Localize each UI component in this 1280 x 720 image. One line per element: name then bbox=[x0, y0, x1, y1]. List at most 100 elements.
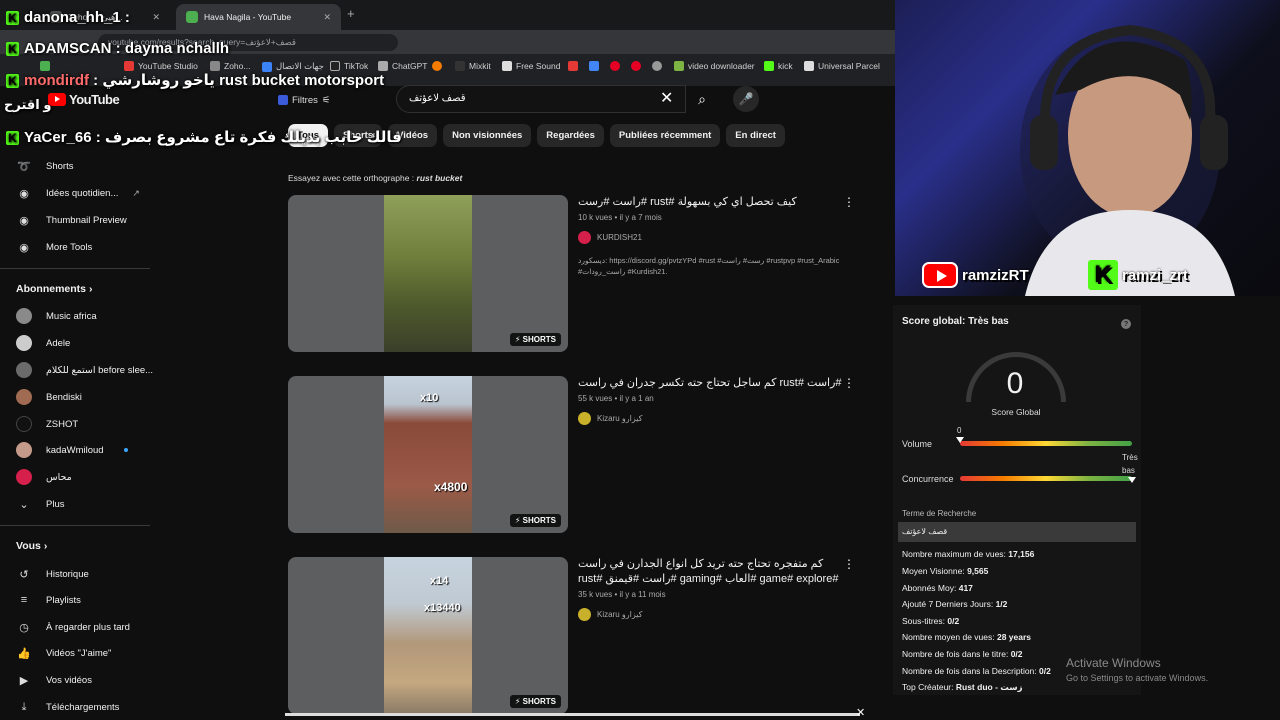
sidebar-plus[interactable]: ⌄ Plus bbox=[16, 496, 64, 512]
close-icon[interactable]: ✕ bbox=[856, 706, 865, 719]
tab-youtube[interactable]: Hava Nagila - YouTube ✕ bbox=[176, 4, 341, 30]
video-thumbnail[interactable]: ⚡ SHORTS bbox=[288, 195, 568, 352]
tools-icon: ◉ bbox=[19, 241, 29, 254]
sidebar-item-label: Playlists bbox=[46, 594, 81, 606]
bookmark-freesound[interactable]: Free Sound bbox=[502, 61, 560, 71]
stat-row: Top Créateur: Rust duo - زست bbox=[902, 682, 1023, 693]
sidebar-item-liked[interactable]: 👍 Vidéos "J'aime" bbox=[16, 645, 111, 661]
search-button[interactable]: ⌕ bbox=[686, 85, 718, 113]
video-thumbnail[interactable]: x10 x4800 ⚡ SHORTS bbox=[288, 376, 568, 533]
thumbnail-overlay-text: x14 bbox=[430, 575, 449, 587]
logo-text: YouTube bbox=[69, 92, 120, 107]
video-title[interactable]: كم ساجل تحتاج حته تكسر جدران في راست rus… bbox=[578, 376, 843, 391]
sidebar-sub-kadawmiloud[interactable]: kadaWmiloud bbox=[16, 442, 128, 458]
stat-value: 0/2 bbox=[947, 616, 960, 626]
bookmark-mixkit[interactable]: Mixkit bbox=[455, 61, 491, 71]
bookmark-label: YouTube Studio bbox=[138, 61, 198, 71]
sidebar-sub-mahas[interactable]: محاس bbox=[16, 469, 72, 485]
sidebar-sub-bendiski[interactable]: Bendiski bbox=[16, 389, 82, 405]
channel-row[interactable]: KURDISH21 bbox=[578, 231, 843, 244]
bookmark-pinterest2[interactable] bbox=[631, 61, 641, 71]
video-result[interactable]: x14 x13440 ⚡ SHORTS كم متفجره تحتاج حته … bbox=[288, 557, 863, 714]
bookmark-tiktok[interactable]: TikTok bbox=[330, 61, 368, 71]
sidebar-item-label: Téléchargements bbox=[46, 701, 120, 713]
stat-value: Rust duo - زست bbox=[955, 682, 1023, 692]
voice-search-button[interactable]: 🎤 bbox=[733, 86, 759, 112]
stat-value: 0/2 bbox=[1039, 666, 1051, 676]
sidebar-item-history[interactable]: ↺ Historique bbox=[16, 566, 88, 582]
gmail-icon bbox=[568, 61, 578, 71]
sidebar-sub-before-sleep[interactable]: استمع للكلام before slee... bbox=[16, 362, 153, 378]
sidebar-item-thumbnail[interactable]: ◉ Thumbnail Preview bbox=[16, 212, 127, 228]
more-options-icon[interactable]: ⋮ bbox=[843, 376, 855, 390]
bookmark-kick[interactable]: kick bbox=[764, 61, 793, 71]
bookmark-globe[interactable] bbox=[652, 61, 662, 71]
handle-text: ramzizRT bbox=[962, 266, 1029, 284]
search-term-value: قصف لاعؤتف bbox=[898, 522, 1136, 542]
sidebar-item-label: استمع للكلام before slee... bbox=[46, 364, 154, 376]
bookmark-label: Mixkit bbox=[469, 61, 491, 71]
stat-value: 28 years bbox=[996, 632, 1032, 642]
stat-row: Sous-titres: 0/2 bbox=[902, 616, 959, 626]
chat-text: فالك حابب بديلك فكرة تاع مشروع بصرف bbox=[104, 129, 402, 146]
bookmark-pinterest[interactable] bbox=[610, 61, 620, 71]
filters-button[interactable]: Filtres ⚟ bbox=[278, 91, 344, 109]
sidebar-item-playlists[interactable]: ≡ Playlists bbox=[16, 592, 81, 608]
new-tab-button[interactable]: + bbox=[347, 6, 355, 21]
video-title[interactable]: كم متفجره تحتاج حته تريد كل انواع الجدار… bbox=[578, 557, 843, 587]
video-result[interactable]: ⚡ SHORTS راست #رست# rust# كيف تحصل اي كي… bbox=[288, 195, 863, 352]
sidebar-sub-music-africa[interactable]: Music africa bbox=[16, 308, 97, 324]
chip-regardees[interactable]: Regardées bbox=[537, 124, 604, 147]
sidebar-item-watch-later[interactable]: ◷ À regarder plus tard bbox=[16, 619, 130, 635]
sidebar-sub-adele[interactable]: Adele bbox=[16, 335, 70, 351]
close-icon[interactable]: ✕ bbox=[152, 12, 160, 23]
video-thumbnail[interactable]: x14 x13440 ⚡ SHORTS bbox=[288, 557, 568, 714]
vous-header[interactable]: Vous › bbox=[16, 540, 47, 552]
close-icon[interactable]: ✕ bbox=[323, 12, 331, 23]
youtube-logo[interactable]: YouTube bbox=[48, 92, 120, 107]
search-icon: ⌕ bbox=[698, 91, 706, 107]
horizontal-scrollbar[interactable] bbox=[285, 713, 860, 716]
sidebar-item-tools[interactable]: ◉ More Tools bbox=[16, 239, 92, 255]
video-result[interactable]: x10 x4800 ⚡ SHORTS كم ساجل تحتاج حته تكس… bbox=[288, 376, 863, 533]
channel-row[interactable]: Kizaru كيزارو bbox=[578, 412, 843, 425]
bookmark-video-downloader[interactable]: video downloader bbox=[674, 61, 755, 71]
bookmark-gmail[interactable] bbox=[568, 61, 578, 71]
bookmark-youtube-studio[interactable]: YouTube Studio bbox=[124, 61, 198, 71]
channel-row[interactable]: Kizaru كيزارو bbox=[578, 608, 843, 621]
chat-message: K YaCer_66 : فالك حابب بديلك فكرة تاع مشر… bbox=[6, 128, 402, 146]
bookmark-chatgpt[interactable]: ChatGPT bbox=[378, 61, 427, 71]
sidebar-item-shorts[interactable]: ➰ Shorts bbox=[16, 158, 73, 174]
suggestion-link[interactable]: rust bucket bbox=[417, 173, 463, 183]
bookmark-translate[interactable] bbox=[589, 61, 599, 71]
channel-name: Kizaru كيزارو bbox=[597, 414, 643, 423]
thumbnail-overlay-text: x4800 bbox=[434, 480, 468, 494]
bookmark-orange[interactable] bbox=[432, 61, 442, 71]
subscriptions-header[interactable]: Abonnements › bbox=[16, 283, 92, 295]
bookmark-icon bbox=[40, 61, 50, 71]
video-title[interactable]: راست #رست# rust# كيف تحصل اي كي بسهولة bbox=[578, 195, 843, 210]
bookmark-label: kick bbox=[778, 61, 793, 71]
playlist-icon: ≡ bbox=[20, 594, 28, 606]
more-options-icon[interactable]: ⋮ bbox=[843, 557, 855, 571]
help-icon[interactable]: ? bbox=[1121, 319, 1131, 329]
sidebar-item-ideas[interactable]: ◉ Idées quotidien... ↗ bbox=[16, 185, 140, 201]
avatar bbox=[16, 469, 32, 485]
more-options-icon[interactable]: ⋮ bbox=[843, 195, 855, 209]
bookmark-universal[interactable]: Universal Parcel bbox=[804, 61, 880, 71]
sidebar-divider bbox=[0, 525, 150, 526]
sidebar-item-downloads[interactable]: ⤓ Téléchargements bbox=[16, 699, 120, 715]
clear-search-icon[interactable]: ✕ bbox=[660, 88, 673, 108]
sidebar-sub-zshot[interactable]: ZSHOT bbox=[16, 416, 78, 432]
search-input[interactable]: قصف لاعؤتف bbox=[396, 85, 686, 113]
tab-favicon-icon bbox=[186, 11, 198, 23]
stat-row: Abonnés Moy: 417 bbox=[902, 583, 973, 593]
chip-non-visionnees[interactable]: Non visionnées bbox=[443, 124, 532, 147]
chip-en-direct[interactable]: En direct bbox=[726, 124, 785, 147]
chip-publiees-recemment[interactable]: Publiées récemment bbox=[609, 124, 721, 147]
clock-icon: ◷ bbox=[19, 621, 29, 634]
sidebar-item-your-videos[interactable]: ▶ Vos vidéos bbox=[16, 672, 92, 688]
download-arrow-icon bbox=[674, 61, 684, 71]
bookmark-zoho[interactable]: Zoho... bbox=[210, 61, 250, 71]
mixkit-icon bbox=[455, 61, 465, 71]
